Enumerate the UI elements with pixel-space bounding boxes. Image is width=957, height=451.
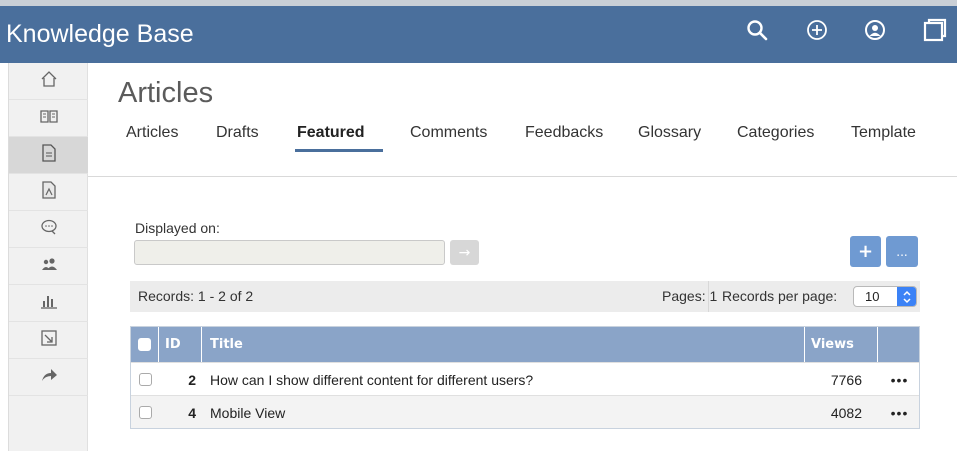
home-icon bbox=[40, 70, 58, 92]
bar-chart-icon bbox=[40, 292, 58, 314]
book-icon bbox=[39, 107, 58, 129]
add-circle-icon[interactable] bbox=[801, 14, 833, 46]
window-icon[interactable] bbox=[919, 14, 951, 46]
row-views: 4082 bbox=[830, 404, 862, 421]
displayed-on-label: Displayed on: bbox=[135, 220, 220, 236]
table-header: ID Title Views bbox=[131, 327, 919, 362]
sidebar-item-reports[interactable] bbox=[9, 285, 88, 322]
row-id: 4 bbox=[188, 404, 196, 421]
more-actions-button[interactable]: ... bbox=[886, 236, 918, 267]
comments-icon bbox=[40, 218, 58, 240]
tab-drafts[interactable]: Drafts bbox=[216, 124, 259, 142]
row-checkbox-cell bbox=[131, 363, 159, 396]
row-title[interactable]: Mobile View bbox=[202, 396, 805, 429]
row-menu-icon[interactable]: ••• bbox=[878, 363, 921, 396]
sidebar-item-comments[interactable] bbox=[9, 211, 88, 248]
tab-comments[interactable]: Comments bbox=[410, 124, 487, 142]
row-id: 2 bbox=[188, 371, 196, 388]
arrow-right-icon: → bbox=[458, 244, 471, 261]
divider bbox=[708, 281, 709, 312]
row-checkbox[interactable] bbox=[138, 406, 152, 419]
tab-articles[interactable]: Articles bbox=[126, 124, 178, 142]
records-per-page-value: 10 bbox=[865, 289, 880, 304]
row-checkbox-cell bbox=[131, 396, 159, 429]
row-checkbox[interactable] bbox=[138, 373, 152, 386]
column-header-views[interactable]: Views bbox=[805, 327, 878, 362]
user-icon[interactable] bbox=[859, 14, 891, 46]
search-icon[interactable] bbox=[741, 14, 773, 46]
column-header-title[interactable]: Title bbox=[202, 327, 805, 362]
tab-glossary[interactable]: Glossary bbox=[638, 124, 701, 142]
column-header-id[interactable]: ID bbox=[159, 327, 202, 362]
row-views: 7766 bbox=[830, 371, 862, 388]
main-content: Articles Articles Drafts Featured Commen… bbox=[88, 63, 957, 451]
active-tab-indicator bbox=[295, 149, 383, 152]
tab-bar: Articles Drafts Featured Comments Feedba… bbox=[88, 119, 957, 177]
sidebar-item-home[interactable] bbox=[9, 63, 88, 100]
records-count: Records: 1 - 2 of 2 bbox=[138, 288, 254, 304]
top-header-bar: Knowledge Base bbox=[0, 0, 957, 63]
column-header-actions bbox=[878, 327, 921, 362]
tab-featured[interactable]: Featured bbox=[297, 124, 365, 142]
document-icon bbox=[40, 144, 58, 166]
pdf-icon bbox=[40, 181, 58, 203]
app-title: Knowledge Base bbox=[6, 20, 194, 48]
share-arrow-icon bbox=[40, 366, 58, 388]
select-arrows-icon bbox=[897, 287, 916, 306]
sidebar bbox=[8, 63, 88, 451]
sidebar-item-users[interactable] bbox=[9, 248, 88, 285]
articles-table: ID Title Views 2 How can I show differen… bbox=[130, 326, 920, 429]
tab-template[interactable]: Template bbox=[851, 124, 916, 142]
sidebar-item-pdf[interactable] bbox=[9, 174, 88, 211]
table-row[interactable]: 2 How can I show different content for d… bbox=[131, 362, 919, 395]
records-per-page-label: Records per page: bbox=[722, 288, 838, 304]
records-per-page-select[interactable]: 10 bbox=[853, 286, 917, 307]
select-all-cell bbox=[131, 327, 159, 362]
sidebar-item-book[interactable] bbox=[9, 100, 88, 137]
row-title[interactable]: How can I show different content for dif… bbox=[202, 363, 805, 396]
tab-feedbacks[interactable]: Feedbacks bbox=[525, 124, 603, 142]
table-row[interactable]: 4 Mobile View 4082 ••• bbox=[131, 395, 919, 428]
export-icon bbox=[40, 329, 58, 351]
sidebar-item-share[interactable] bbox=[9, 359, 88, 396]
displayed-on-input[interactable] bbox=[134, 240, 445, 265]
records-bar: Records: 1 - 2 of 2 Pages: 1 Records per… bbox=[130, 281, 920, 312]
sidebar-item-export[interactable] bbox=[9, 322, 88, 359]
tab-categories[interactable]: Categories bbox=[737, 124, 814, 142]
row-menu-icon[interactable]: ••• bbox=[878, 396, 921, 429]
page-title: Articles bbox=[118, 77, 214, 109]
users-icon bbox=[40, 255, 58, 277]
go-button[interactable]: → bbox=[450, 240, 479, 265]
sidebar-item-articles[interactable] bbox=[9, 137, 88, 174]
select-all-checkbox[interactable] bbox=[138, 338, 151, 351]
add-article-button[interactable]: + bbox=[850, 236, 881, 267]
